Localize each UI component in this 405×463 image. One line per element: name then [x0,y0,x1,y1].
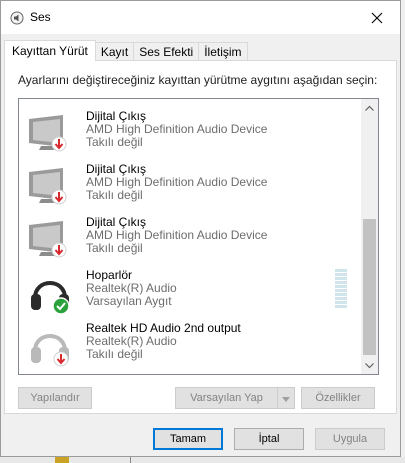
configure-button[interactable]: Yapılandır [18,387,92,409]
device-status: Varsayılan Aygıt [86,294,172,308]
instruction-text: Ayarlarını değiştireceğiniz kayıttan yür… [18,73,378,87]
list-item[interactable]: Dijital Çıkış AMD High Definition Audio … [19,213,359,266]
background-peek [0,457,405,463]
background-app-icon [55,457,69,463]
list-item[interactable]: Dijital Çıkış AMD High Definition Audio … [19,160,359,213]
headphones-icon [27,272,75,315]
close-icon[interactable] [354,1,400,34]
properties-button[interactable]: Özellikler [301,387,375,409]
monitor-icon [27,219,75,261]
scroll-down-icon[interactable] [361,357,378,374]
playback-panel: Ayarlarını değiştireceğiniz kayıttan yür… [4,60,397,414]
headphones-icon [27,325,75,367]
tab-strip: Kayıttan Yürüt Kayıt Ses Efekti İletişim [4,40,248,61]
sound-dialog: Ses Kayıttan Yürüt Kayıt Ses Efekti İlet… [0,0,401,457]
tab-communications[interactable]: İletişim [198,42,248,61]
tab-playback[interactable]: Kayıttan Yürüt [4,40,96,61]
device-list[interactable]: Dijital Çıkış AMD High Definition Audio … [18,98,379,375]
speaker-app-icon [10,11,24,25]
volume-level-meter [335,269,347,309]
set-default-dropdown[interactable] [277,387,295,409]
device-status: Takılı değil [86,188,143,202]
window-title: Ses [30,10,51,24]
monitor-icon [27,166,75,208]
list-item[interactable]: Dijital Çıkış AMD High Definition Audio … [19,107,359,160]
set-default-button[interactable]: Varsayılan Yap [175,387,278,409]
list-item[interactable]: Realtek HD Audio 2nd output Realtek(R) A… [19,319,359,372]
monitor-icon [27,99,75,105]
device-status: Takılı değil [86,241,143,255]
scrollbar-thumb[interactable] [363,219,376,355]
device-status: Takılı değil [86,135,143,149]
vertical-scrollbar[interactable] [361,99,378,374]
title-bar[interactable]: Ses [1,1,400,34]
list-item-default-speaker[interactable]: Hoparlör Realtek(R) Audio Varsayılan Ayg… [19,266,359,319]
chevron-down-icon [282,391,290,405]
monitor-icon [27,113,75,155]
scroll-up-icon[interactable] [361,99,378,116]
ok-button[interactable]: Tamam [153,428,223,450]
tab-recording[interactable]: Kayıt [94,42,135,61]
apply-button[interactable]: Uygula [315,428,385,450]
device-status: Takılı değil [86,347,143,361]
cancel-button[interactable]: İptal [234,428,304,450]
tab-sound-effects[interactable]: Ses Efekti [133,42,200,61]
